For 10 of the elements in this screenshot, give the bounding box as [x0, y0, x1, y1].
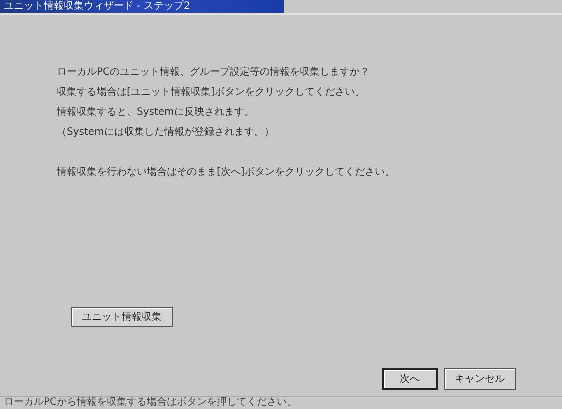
status-bar: ローカルPCから情報を収集する場合はボタンを押してください。 [0, 396, 562, 409]
collect-button[interactable]: ユニット情報収集 [71, 307, 173, 327]
message-text: 収集する場合は[ユニット情報収集]ボタンをクリックしてください。 [57, 87, 366, 99]
message-text: （Systemには収集した情報が登録されます。） [57, 127, 276, 139]
message-text: 情報収集を行わない場合はそのまま[次へ]ボタンをクリックしてください。 [57, 167, 396, 179]
window-title: ユニット情報収集ウィザード - ステップ2 [0, 0, 284, 13]
message-text: ローカルPCのユニット情報、グループ設定等の情報を収集しますか？ [57, 67, 372, 79]
message-text: 情報収集すると、Systemに反映されます。 [57, 107, 256, 119]
next-button[interactable]: 次へ [382, 368, 438, 390]
cancel-button[interactable]: キャンセル [444, 368, 516, 390]
